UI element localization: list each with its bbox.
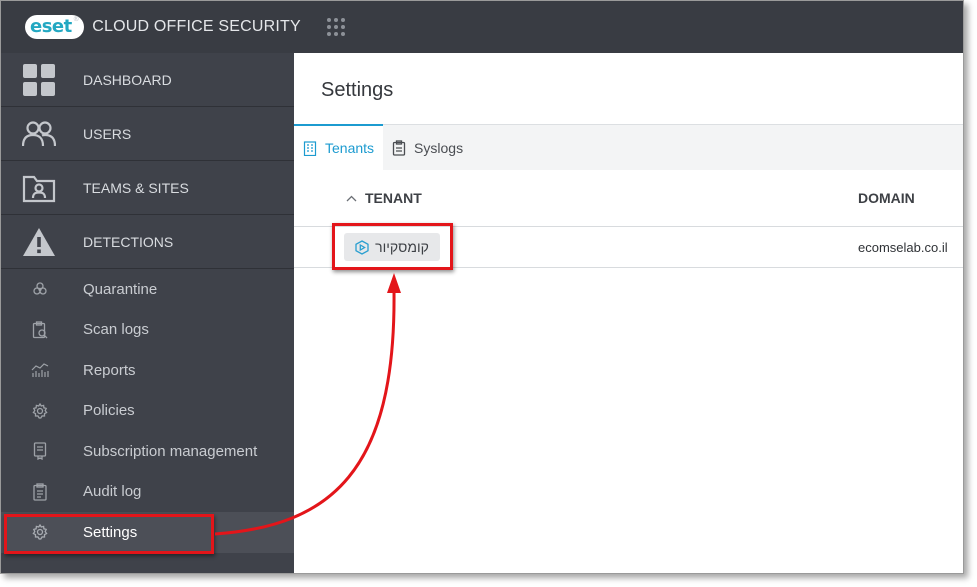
reports-chart-icon	[1, 362, 83, 378]
main-content: Settings Tenants Syslogs TENANT DOMAIN ק…	[294, 53, 963, 573]
tab-label: Syslogs	[414, 139, 464, 156]
page-title: Settings	[321, 79, 394, 101]
tab-tenants[interactable]: Tenants	[294, 123, 384, 171]
dashboard-grid-icon	[1, 63, 83, 97]
tenants-building-icon	[303, 140, 317, 156]
sidebar-item-label: Subscription management	[83, 442, 258, 460]
sidebar-item-label: DETECTIONS	[83, 233, 174, 250]
tab-syslogs[interactable]: Syslogs	[383, 125, 472, 171]
logo-registered-mark: ®	[72, 15, 80, 23]
product-title: CLOUD OFFICE SECURITY	[92, 18, 301, 35]
sidebar-item-reports[interactable]: Reports	[1, 350, 294, 391]
sidebar-item-label: Audit log	[83, 483, 142, 501]
tenant-domain: ecomselab.co.il	[858, 240, 948, 255]
sort-ascending-icon	[346, 195, 357, 201]
scan-logs-icon	[1, 321, 83, 339]
column-header-label: TENANT	[365, 190, 422, 206]
column-header-domain[interactable]: DOMAIN	[858, 190, 915, 206]
sidebar-item-users[interactable]: USERS	[1, 107, 294, 161]
sidebar-item-policies[interactable]: Policies	[1, 391, 294, 432]
app-window: eset ® CLOUD OFFICE SECURITY DASHBOARD U…	[0, 0, 964, 574]
tab-bar: Tenants Syslogs	[294, 123, 963, 171]
sidebar-item-label: Scan logs	[83, 321, 149, 339]
sidebar-item-label: Quarantine	[83, 280, 158, 298]
settings-highlight-box	[4, 514, 214, 554]
sidebar-item-audit-log[interactable]: Audit log	[1, 472, 294, 513]
audit-clipboard-icon	[1, 483, 83, 501]
sidebar-item-label: Reports	[83, 361, 136, 379]
app-switcher-icon[interactable]	[325, 16, 347, 38]
eset-logo: eset ®	[25, 15, 85, 39]
warning-triangle-icon	[1, 227, 83, 257]
tab-label: Tenants	[325, 140, 375, 156]
tenant-highlight-box	[332, 223, 453, 270]
logo-text: eset	[30, 16, 72, 37]
sidebar-item-label: Policies	[83, 402, 135, 420]
biohazard-icon	[1, 281, 83, 297]
sidebar-item-scan-logs[interactable]: Scan logs	[1, 310, 294, 351]
sidebar-item-teams-sites[interactable]: TEAMS & SITES	[1, 161, 294, 215]
syslogs-clipboard-icon	[392, 139, 406, 156]
sidebar-item-label: DASHBOARD	[83, 71, 172, 88]
sidebar-item-quarantine[interactable]: Quarantine	[1, 269, 294, 310]
teams-sites-folder-icon	[1, 173, 83, 203]
table-header: TENANT DOMAIN	[294, 170, 963, 227]
sidebar-item-label: USERS	[83, 125, 132, 142]
users-icon	[1, 120, 83, 148]
subscription-icon	[1, 442, 83, 461]
sidebar-item-label: TEAMS & SITES	[83, 179, 189, 196]
sidebar: DASHBOARD USERS TEAMS & SITES DETECTIONS…	[1, 53, 294, 573]
sidebar-item-detections[interactable]: DETECTIONS	[1, 215, 294, 269]
column-header-tenant[interactable]: TENANT	[346, 190, 422, 206]
policies-gear-icon	[1, 402, 83, 419]
sidebar-item-dashboard[interactable]: DASHBOARD	[1, 53, 294, 107]
top-bar: eset ® CLOUD OFFICE SECURITY	[1, 1, 963, 53]
sidebar-item-subscription-management[interactable]: Subscription management	[1, 431, 294, 472]
